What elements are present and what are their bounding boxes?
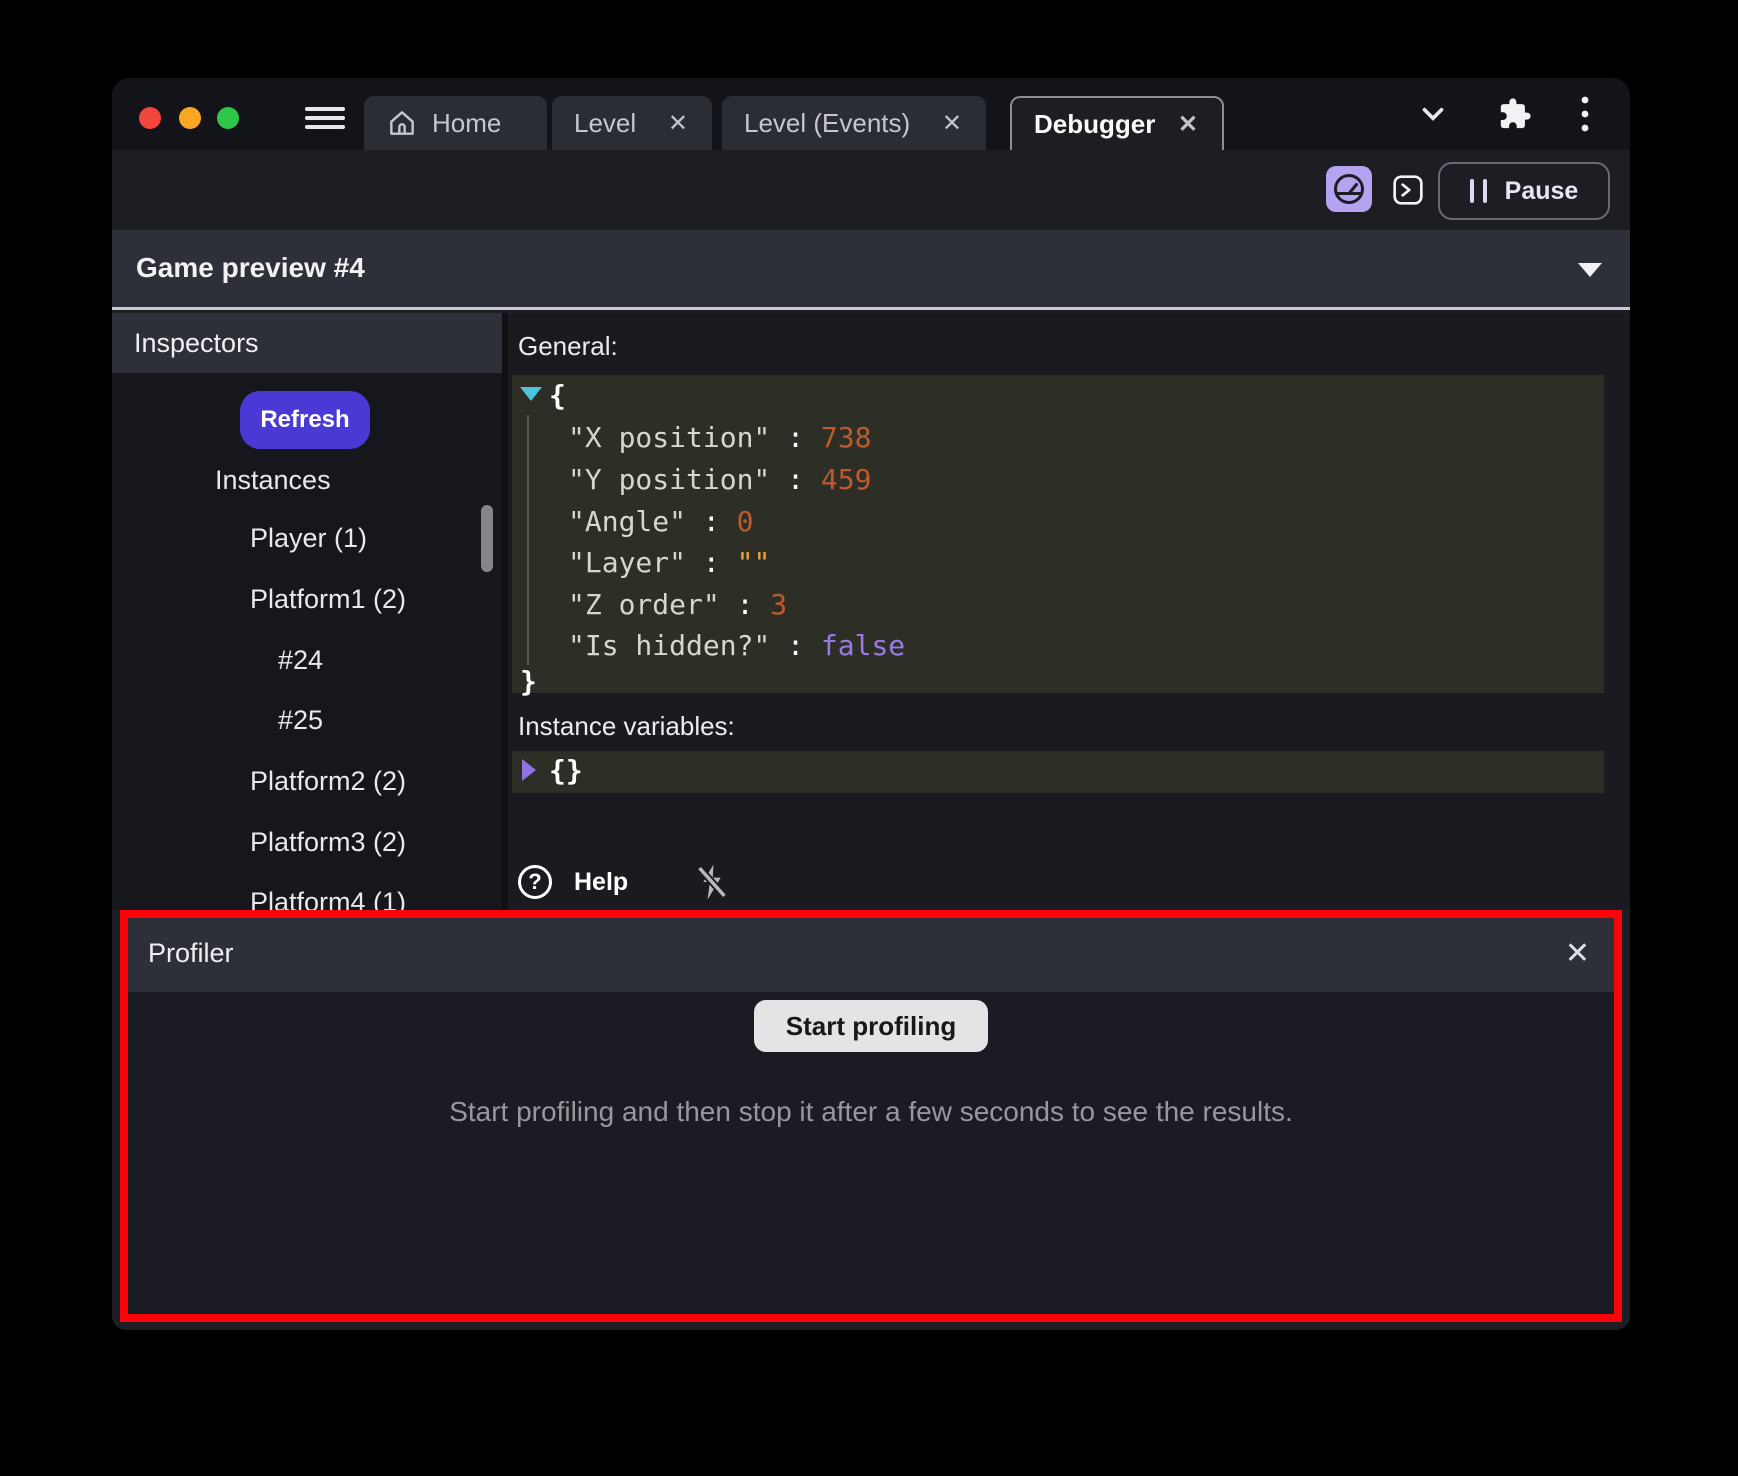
json-row-x-position[interactable]: "X position" : 738 [568,421,871,454]
macos-zoom-button[interactable] [217,107,239,129]
game-preview-header[interactable]: Game preview #4 [112,230,1630,310]
debugger-window: Home Level ✕ Level (Events) ✕ Debugger ✕ [112,78,1630,1330]
profiler-title: Profiler [148,938,234,969]
chevron-down-icon[interactable] [1578,263,1602,277]
inspector-detail-panel: General: { "X position" : 738 "Y positio… [508,313,1630,910]
json-row-z-order[interactable]: "Z order" : 3 [568,588,787,621]
tab-label: Debugger [1034,109,1155,140]
general-json-view: { "X position" : 738 "Y position" : 459 … [512,375,1604,693]
help-label: Help [574,868,628,897]
tree-item-platform2[interactable]: Platform2 (2) [250,766,406,797]
pause-button[interactable]: Pause [1438,162,1610,220]
tab-close-icon[interactable]: ✕ [940,109,964,138]
kebab-menu-icon[interactable] [1580,94,1590,134]
tab-home[interactable]: Home [364,96,547,150]
instance-variables-json-view: {} [512,751,1604,793]
help-icon[interactable]: ? [518,865,552,899]
tree-item-25[interactable]: #25 [278,705,323,736]
json-close-brace: } [520,665,537,698]
pause-icon [1470,179,1487,203]
tab-close-icon[interactable]: ✕ [1176,110,1200,139]
profiler-gauge-icon[interactable] [1326,166,1372,212]
tree-item-platform1[interactable]: Platform1 (2) [250,584,406,615]
profiler-header: Profiler ✕ [128,918,1614,992]
debugger-toolbar: Pause [112,150,1630,230]
tab-level-events[interactable]: Level (Events) ✕ [722,96,986,150]
tab-label: Level [574,108,636,139]
general-label: General: [518,331,618,362]
game-preview-title: Game preview #4 [136,252,365,284]
expand-caret-icon[interactable] [522,759,536,781]
refresh-button[interactable]: Refresh [240,391,370,449]
hamburger-menu-icon[interactable] [305,107,345,129]
macos-close-button[interactable] [139,107,161,129]
empty-object-braces: {} [549,754,583,787]
json-row-y-position[interactable]: "Y position" : 459 [568,463,871,496]
extensions-puzzle-icon[interactable] [1498,97,1532,131]
sidebar-scrollbar-thumb[interactable] [481,505,493,572]
instance-variables-label: Instance variables: [518,711,735,742]
tree-item-player[interactable]: Player (1) [250,523,367,554]
close-icon[interactable]: ✕ [1565,936,1590,971]
titlebar: Home Level ✕ Level (Events) ✕ Debugger ✕ [112,78,1630,150]
tab-label: Level (Events) [744,108,910,139]
pause-label: Pause [1505,177,1579,206]
profiler-body: Start profiling Start profiling and then… [128,992,1614,1314]
inspectors-header: Inspectors [112,313,502,373]
chevron-down-icon[interactable] [1416,97,1450,131]
json-open-brace: { [549,379,566,412]
json-row-angle[interactable]: "Angle" : 0 [568,505,753,538]
home-icon [386,107,418,139]
start-profiling-button[interactable]: Start profiling [754,1000,988,1052]
help-row: ? Help [518,863,730,901]
indent-guide [527,415,529,665]
flash-off-icon[interactable] [694,863,730,901]
console-icon[interactable] [1392,174,1424,206]
tab-label: Home [432,108,501,139]
tab-level[interactable]: Level ✕ [552,96,712,150]
tree-item-instances[interactable]: Instances [215,465,331,496]
profiler-panel: Profiler ✕ Start profiling Start profili… [120,910,1622,1322]
inspectors-sidebar: Inspectors Refresh Instances Player (1) … [112,313,502,910]
tab-close-icon[interactable]: ✕ [666,109,690,138]
macos-minimize-button[interactable] [179,107,201,129]
tree-item-platform3[interactable]: Platform3 (2) [250,827,406,858]
tab-debugger-active[interactable]: Debugger ✕ [1010,96,1224,150]
profiler-description: Start profiling and then stop it after a… [449,1096,1293,1128]
tree-item-24[interactable]: #24 [278,645,323,676]
inspectors-title: Inspectors [134,328,259,359]
collapse-caret-icon[interactable] [520,387,542,401]
json-row-layer[interactable]: "Layer" : "" [568,546,770,579]
content-area: Inspectors Refresh Instances Player (1) … [112,313,1630,910]
json-row-is-hidden[interactable]: "Is hidden?" : false [568,629,905,662]
